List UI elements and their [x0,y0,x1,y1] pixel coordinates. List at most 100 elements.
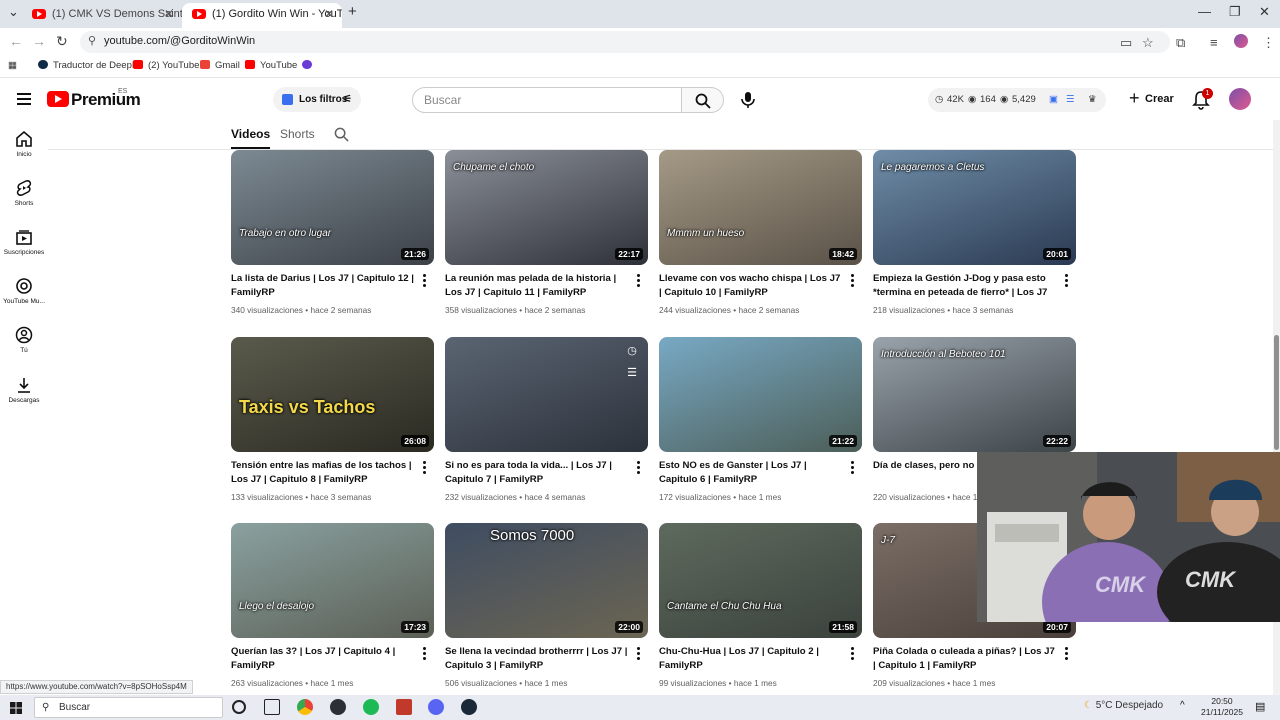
scrollbar-thumb[interactable] [1274,335,1279,450]
video-thumbnail[interactable]: Mmmm un hueso 18:42 [659,150,862,265]
search-input[interactable]: Buscar [412,87,682,113]
hamburger-menu-icon[interactable] [17,93,31,105]
url-field[interactable]: ⚲ youtube.com/@GorditoWinWin [80,31,1170,53]
video-card[interactable]: Trabajo en otro lugar 21:26 La lista de Da… [231,150,435,336]
profile-avatar-icon[interactable] [1234,34,1248,48]
media-icon[interactable]: ≡ [1210,35,1218,50]
notification-center-icon[interactable]: ▤ [1255,700,1265,713]
more-actions-icon[interactable] [851,461,855,474]
video-thumbnail[interactable]: Le pagaremos a Cletus 20:01 [873,150,1076,265]
more-actions-icon[interactable] [423,274,427,287]
video-card[interactable]: Chupame el choto 22:17 La reunión mas pela… [445,150,649,336]
system-tray-arrow-icon[interactable]: ^ [1180,700,1185,711]
video-thumbnail[interactable]: Somos 7000 22:00 [445,523,648,638]
video-title[interactable]: Tensión entre las mafias de los tachos |… [231,459,417,486]
video-thumbnail[interactable]: Taxis vs Tachos 26:08 [231,337,434,452]
video-title[interactable]: Querían las 3? | Los J7 | Capitulo 4 | F… [231,645,417,672]
video-title[interactable]: Se llena la vecindad brotherrrr | Los J7… [445,645,631,672]
video-card[interactable]: ◷ ☰ Si no es para toda la vida... | Los J7… [445,337,649,523]
video-thumbnail[interactable]: ◷ ☰ [445,337,648,452]
video-title[interactable]: La lista de Darius | Los J7 | Capitulo 1… [231,272,417,299]
video-title[interactable]: Llevame con vos wacho chispa | Los J7 | … [659,272,845,299]
taskbar-clock[interactable]: 20:50 21/11/2025 [1200,696,1244,718]
task-view-icon[interactable] [264,699,280,715]
discord-icon[interactable] [428,699,444,715]
video-title[interactable]: Chu-Chu-Hua | Los J7 | Capitulo 2 | Fami… [659,645,845,672]
channel-search-icon[interactable] [334,127,349,142]
more-actions-icon[interactable] [851,274,855,287]
spotify-icon[interactable] [363,699,379,715]
sidebar-item-subscriptions[interactable]: Suscripciones [0,228,48,272]
more-actions-icon[interactable] [1065,647,1069,660]
create-button[interactable]: Crear [1123,86,1183,112]
more-actions-icon[interactable] [851,647,855,660]
back-icon[interactable]: ← [9,33,23,49]
channel-stats-pill[interactable]: ◷ 42K ◉ 164 ◉ 5,429 ▣ ☰ ♛ [928,88,1106,112]
video-title[interactable]: Esto NO es de Ganster | Los J7 | Capitul… [659,459,845,486]
sidebar-item-home[interactable]: Inicio [0,130,48,174]
more-actions-icon[interactable] [1065,274,1069,287]
youtube-logo-icon[interactable] [47,91,69,107]
video-card[interactable]: Mmmm un hueso 18:42 Llevame con vos wacho … [659,150,863,336]
taskbar-search[interactable]: ⚲ Buscar [34,697,223,718]
tab-videos[interactable]: Videos [231,127,271,149]
video-title[interactable]: Empieza la Gestión J-Dog y pasa esto *te… [873,272,1059,300]
reload-icon[interactable]: ↻ [56,33,68,50]
watch-later-icon[interactable]: ◷ [624,344,640,358]
video-title[interactable]: Piña Colada o culeada a piñas? | Los J7 … [873,645,1059,672]
window-close-icon[interactable]: ✕ [1259,4,1270,20]
cast-icon[interactable]: ▭ [1120,35,1132,51]
video-card[interactable]: Le pagaremos a Cletus 20:01 Empieza la Ges… [873,150,1077,336]
sidebar-item-youtube-music[interactable]: YouTube Mu... [0,277,48,321]
more-actions-icon[interactable] [423,461,427,474]
video-thumbnail[interactable]: Introducción al Beboteo 101 22:22 [873,337,1076,452]
steam-icon[interactable] [461,699,477,715]
add-to-queue-icon[interactable]: ☰ [624,366,640,380]
weather-widget[interactable]: ☾ 5°C Despejado [1084,700,1163,711]
video-card[interactable]: 21:22 Esto NO es de Ganster | Los J7 | Ca… [659,337,863,523]
video-card[interactable]: Somos 7000 22:00 Se llena la vecindad brot… [445,523,649,695]
browser-tab[interactable]: (1) CMK VS Demons Saints | Gr ✕ [22,3,182,28]
site-info-icon[interactable]: ⚲ [88,34,96,47]
minimize-icon[interactable]: — [1198,4,1211,19]
windows-start-icon[interactable] [10,701,22,714]
bookmark-extension[interactable] [302,60,317,71]
bookmark-youtube[interactable]: YouTube [245,60,297,71]
sidebar-item-you[interactable]: Tú [0,326,48,370]
app-icon[interactable] [330,699,346,715]
bookmark-gmail[interactable]: Gmail [200,60,240,71]
new-tab-icon[interactable]: + [348,3,357,20]
apps-grid-icon[interactable]: ▦ [8,60,17,71]
more-actions-icon[interactable] [637,461,641,474]
video-thumbnail[interactable]: Trabajo en otro lugar 21:26 [231,150,434,265]
search-button[interactable] [682,87,724,113]
more-actions-icon[interactable] [637,274,641,287]
browser-tab-active[interactable]: (1) Gordito Win Win - YouTube ✕ [182,3,342,28]
close-tab-icon[interactable]: ✕ [164,3,174,25]
maximize-icon[interactable]: ❐ [1229,4,1241,20]
forward-icon[interactable]: → [32,33,46,49]
video-card[interactable]: Cantame el Chu Chu Hua 21:58 Chu-Chu-Hua |… [659,523,863,695]
video-thumbnail[interactable]: Cantame el Chu Chu Hua 21:58 [659,523,862,638]
tab-search-icon[interactable]: ⌄ [8,4,19,20]
extensions-icon[interactable]: ⧉ [1176,35,1185,51]
sidebar-item-downloads[interactable]: Descargas [0,376,48,420]
chrome-icon[interactable] [297,699,313,715]
video-card[interactable]: Llego el desalojo 17:23 Querían las 3? | L… [231,523,435,695]
youtube-premium-logo[interactable]: Premium [71,90,141,110]
cortana-icon[interactable] [232,700,246,714]
video-thumbnail[interactable]: 21:22 [659,337,862,452]
account-avatar[interactable] [1229,88,1251,110]
more-actions-icon[interactable] [423,647,427,660]
sidebar-item-shorts[interactable]: Shorts [0,179,48,223]
bookmark-youtube-2[interactable]: (2) YouTube [133,60,199,71]
bookmark-deepl[interactable]: Traductor de DeepL [38,60,137,71]
voice-search-button[interactable] [736,87,760,113]
video-thumbnail[interactable]: Chupame el choto 22:17 [445,150,648,265]
filters-button[interactable]: Los filtros ⚟ [273,87,361,112]
video-title[interactable]: La reunión mas pelada de la historia | L… [445,272,631,299]
video-thumbnail[interactable]: Llego el desalojo 17:23 [231,523,434,638]
browser-menu-icon[interactable]: ⋮ [1262,35,1275,51]
more-actions-icon[interactable] [637,647,641,660]
close-tab-icon[interactable]: ✕ [324,3,334,25]
